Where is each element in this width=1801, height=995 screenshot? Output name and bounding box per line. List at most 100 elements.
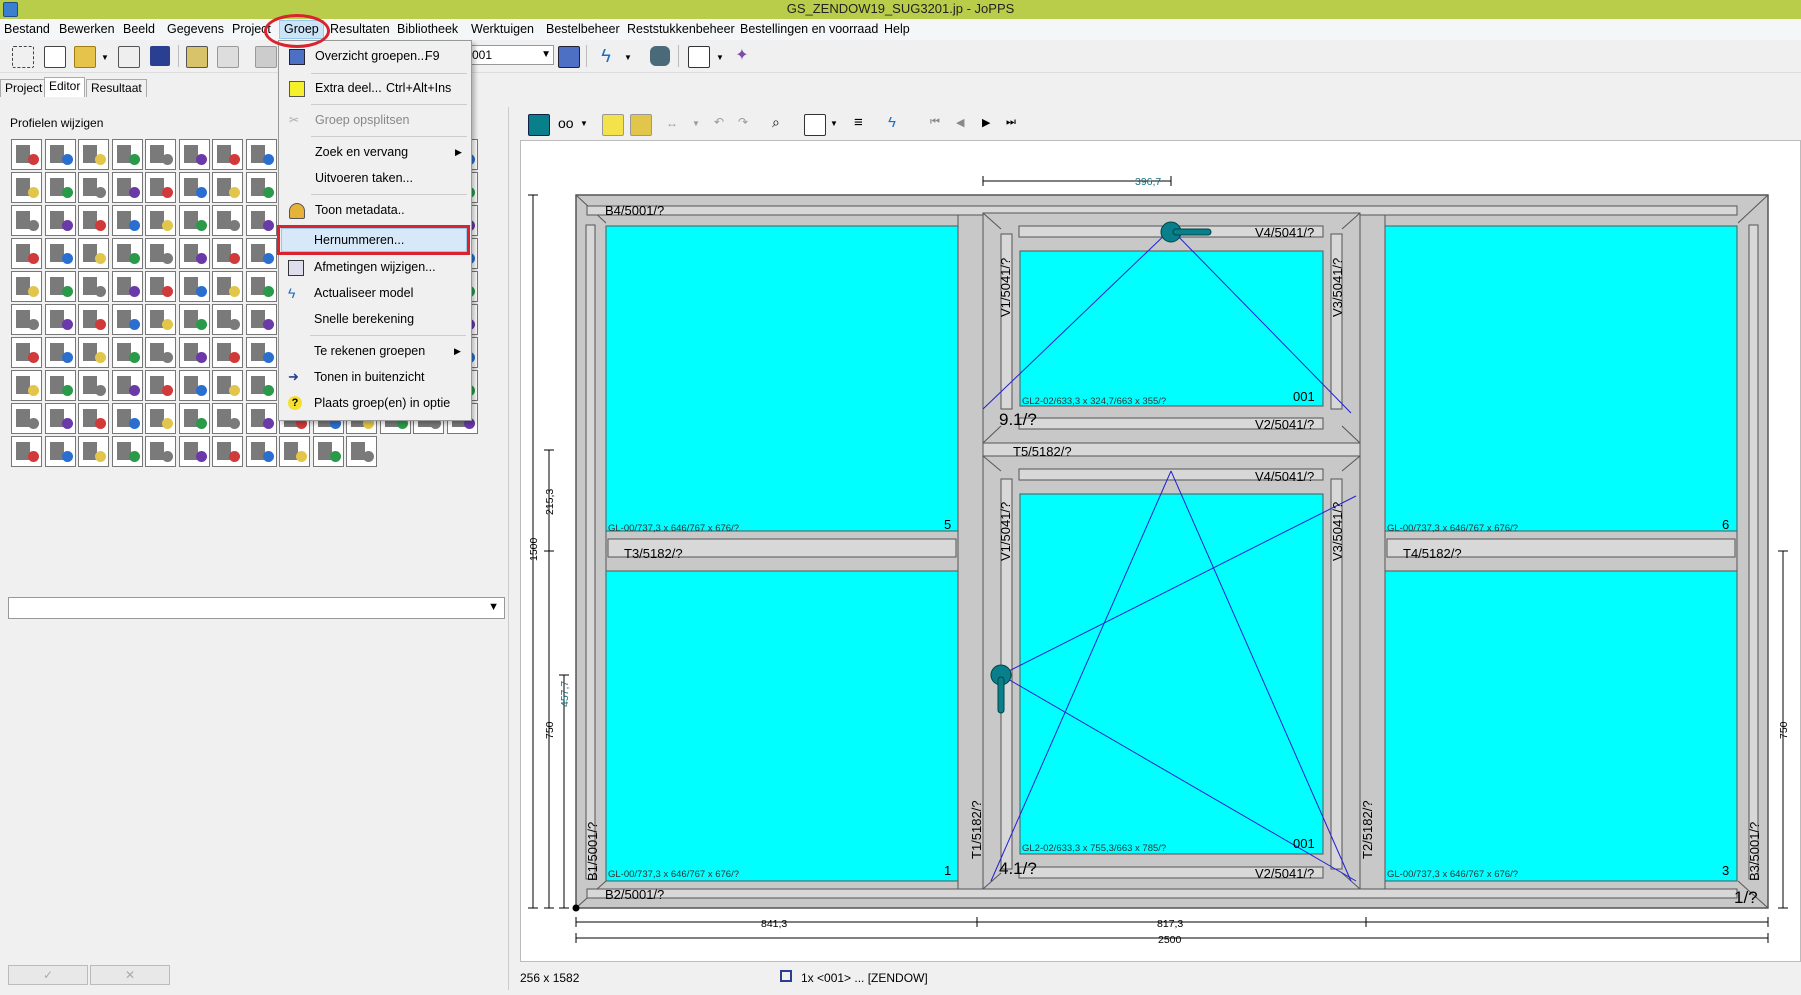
- profile-tool-button[interactable]: [78, 238, 109, 269]
- profile-tool-button[interactable]: [44, 403, 76, 434]
- magic-wand-icon[interactable]: ✦: [732, 46, 752, 66]
- profile-tool-button[interactable]: [245, 271, 277, 302]
- menu-bewerken[interactable]: Bewerken: [59, 22, 115, 36]
- profile-tool-button[interactable]: [11, 370, 42, 401]
- profile-tool-button[interactable]: [145, 205, 176, 236]
- profile-tool-button[interactable]: [178, 403, 210, 434]
- profile-tool-button[interactable]: [111, 370, 143, 401]
- profile-tool-button[interactable]: [111, 139, 143, 170]
- glass-lower-right[interactable]: [1384, 570, 1738, 882]
- profile-tool-button[interactable]: [212, 370, 243, 401]
- glass-upper-left[interactable]: [605, 225, 959, 532]
- profile-tool-button[interactable]: [78, 271, 109, 302]
- profile-tool-button[interactable]: [178, 436, 210, 467]
- confirm-button[interactable]: ✓: [8, 965, 88, 985]
- profile-tool-button[interactable]: [11, 436, 42, 467]
- mullion-t1[interactable]: [957, 214, 984, 890]
- profile-tool-button[interactable]: [212, 304, 243, 335]
- menu-beeld[interactable]: Beeld: [123, 22, 155, 36]
- profile-tool-button[interactable]: [44, 205, 76, 236]
- profile-tool-button[interactable]: [245, 139, 277, 170]
- menu-item-toon-metadata[interactable]: Toon metadata..: [279, 198, 471, 222]
- profile-tool-button[interactable]: [245, 205, 277, 236]
- glasses-icon[interactable]: oo: [558, 115, 574, 131]
- tab-editor[interactable]: Editor: [44, 77, 86, 97]
- profile-tool-button[interactable]: [111, 403, 143, 434]
- profile-tool-button[interactable]: [346, 436, 377, 467]
- profile-tool-button[interactable]: [178, 304, 210, 335]
- profile-tool-button[interactable]: [11, 403, 42, 434]
- menu-item-te-rekenen-groepen[interactable]: Te rekenen groepen ▶: [278, 339, 470, 363]
- profile-tool-button[interactable]: [145, 172, 176, 203]
- cursor-icon[interactable]: [602, 114, 624, 136]
- profile-tool-button[interactable]: [78, 436, 109, 467]
- profile-tool-button[interactable]: [11, 304, 42, 335]
- profile-tool-button[interactable]: [44, 238, 76, 269]
- profile-tool-button[interactable]: [212, 403, 243, 434]
- profile-tool-button[interactable]: [44, 370, 76, 401]
- glass-lower-left[interactable]: [605, 570, 959, 882]
- profile-tool-button[interactable]: [11, 337, 42, 368]
- profile-tool-button[interactable]: [212, 205, 243, 236]
- chevron-down-icon[interactable]: ▼: [692, 119, 700, 128]
- chevron-down-icon[interactable]: ▼: [580, 119, 588, 128]
- profile-tool-button[interactable]: [178, 238, 210, 269]
- profile-tool-button[interactable]: [145, 436, 176, 467]
- mullion-t2[interactable]: [1359, 214, 1386, 890]
- align-icon[interactable]: ≡: [854, 114, 863, 131]
- profile-tool-button[interactable]: [145, 370, 176, 401]
- profile-tool-button[interactable]: [44, 304, 76, 335]
- profile-tool-button[interactable]: [44, 172, 76, 203]
- profile-tool-button[interactable]: [44, 337, 76, 368]
- profile-tool-button[interactable]: [245, 337, 277, 368]
- menu-resultaten[interactable]: Resultaten: [330, 22, 390, 36]
- profile-tool-button[interactable]: [111, 304, 143, 335]
- profile-tool-button[interactable]: [145, 271, 176, 302]
- view-icon[interactable]: [528, 114, 550, 136]
- profile-tool-button[interactable]: [212, 172, 243, 203]
- copy-icon[interactable]: [44, 46, 66, 68]
- tab-project[interactable]: Project: [0, 79, 48, 97]
- profile-tool-button[interactable]: [111, 337, 143, 368]
- next-icon[interactable]: ▶: [982, 116, 990, 129]
- glass-sash-top[interactable]: [1019, 250, 1324, 407]
- profile-tool-button[interactable]: [78, 205, 109, 236]
- zoom-icon[interactable]: ⌕: [772, 114, 780, 131]
- menu-gegevens[interactable]: Gegevens: [167, 22, 224, 36]
- profile-tool-button[interactable]: [78, 304, 109, 335]
- open-folder-icon[interactable]: [74, 46, 96, 68]
- profile-tool-button[interactable]: [212, 337, 243, 368]
- drawing-canvas[interactable]: B4/5001/? B2/5001/? T3/5182/? T4/5182/? …: [520, 140, 1801, 962]
- profile-tool-button[interactable]: [11, 139, 42, 170]
- profile-tool-button[interactable]: [245, 304, 277, 335]
- menu-item-actualiseer-model[interactable]: ϟ Actualiseer model: [278, 281, 470, 305]
- menu-bestelbeheer[interactable]: Bestelbeheer: [546, 22, 620, 36]
- database-help-icon[interactable]: [650, 46, 670, 66]
- profile-tool-button[interactable]: [212, 139, 243, 170]
- profile-tool-button[interactable]: [145, 238, 176, 269]
- profile-tool-button[interactable]: [178, 139, 210, 170]
- menu-item-extra-deel[interactable]: Extra deel... Ctrl+Alt+Ins: [279, 76, 471, 100]
- tab-resultaat[interactable]: Resultaat: [86, 79, 147, 97]
- profile-tool-button[interactable]: [212, 238, 243, 269]
- profile-tool-button[interactable]: [78, 172, 109, 203]
- profile-tool-button[interactable]: [44, 139, 76, 170]
- save-icon[interactable]: [150, 46, 170, 66]
- menu-bestand[interactable]: Bestand: [4, 22, 50, 36]
- printer-icon[interactable]: [255, 46, 277, 68]
- profile-tool-button[interactable]: [245, 436, 277, 467]
- profile-tool-button[interactable]: [78, 139, 109, 170]
- menu-bestellingen-en-voorraad[interactable]: Bestellingen en voorraad: [740, 22, 878, 36]
- profile-tool-button[interactable]: [11, 205, 42, 236]
- chevron-down-icon[interactable]: ▼: [101, 53, 109, 62]
- menu-item-snelle-berekening[interactable]: Snelle berekening: [278, 307, 470, 331]
- profile-tool-button[interactable]: [111, 238, 143, 269]
- group-grid-icon[interactable]: [558, 46, 580, 68]
- profile-tool-button[interactable]: [111, 271, 143, 302]
- menu-item-groep-opsplitsen[interactable]: ✂ Groep opsplitsen: [279, 108, 471, 132]
- profile-tool-button[interactable]: [44, 436, 76, 467]
- calculator-icon[interactable]: [186, 46, 208, 68]
- profile-tool-button[interactable]: [78, 370, 109, 401]
- glass-upper-right[interactable]: [1384, 225, 1738, 532]
- layers-icon[interactable]: [630, 114, 652, 136]
